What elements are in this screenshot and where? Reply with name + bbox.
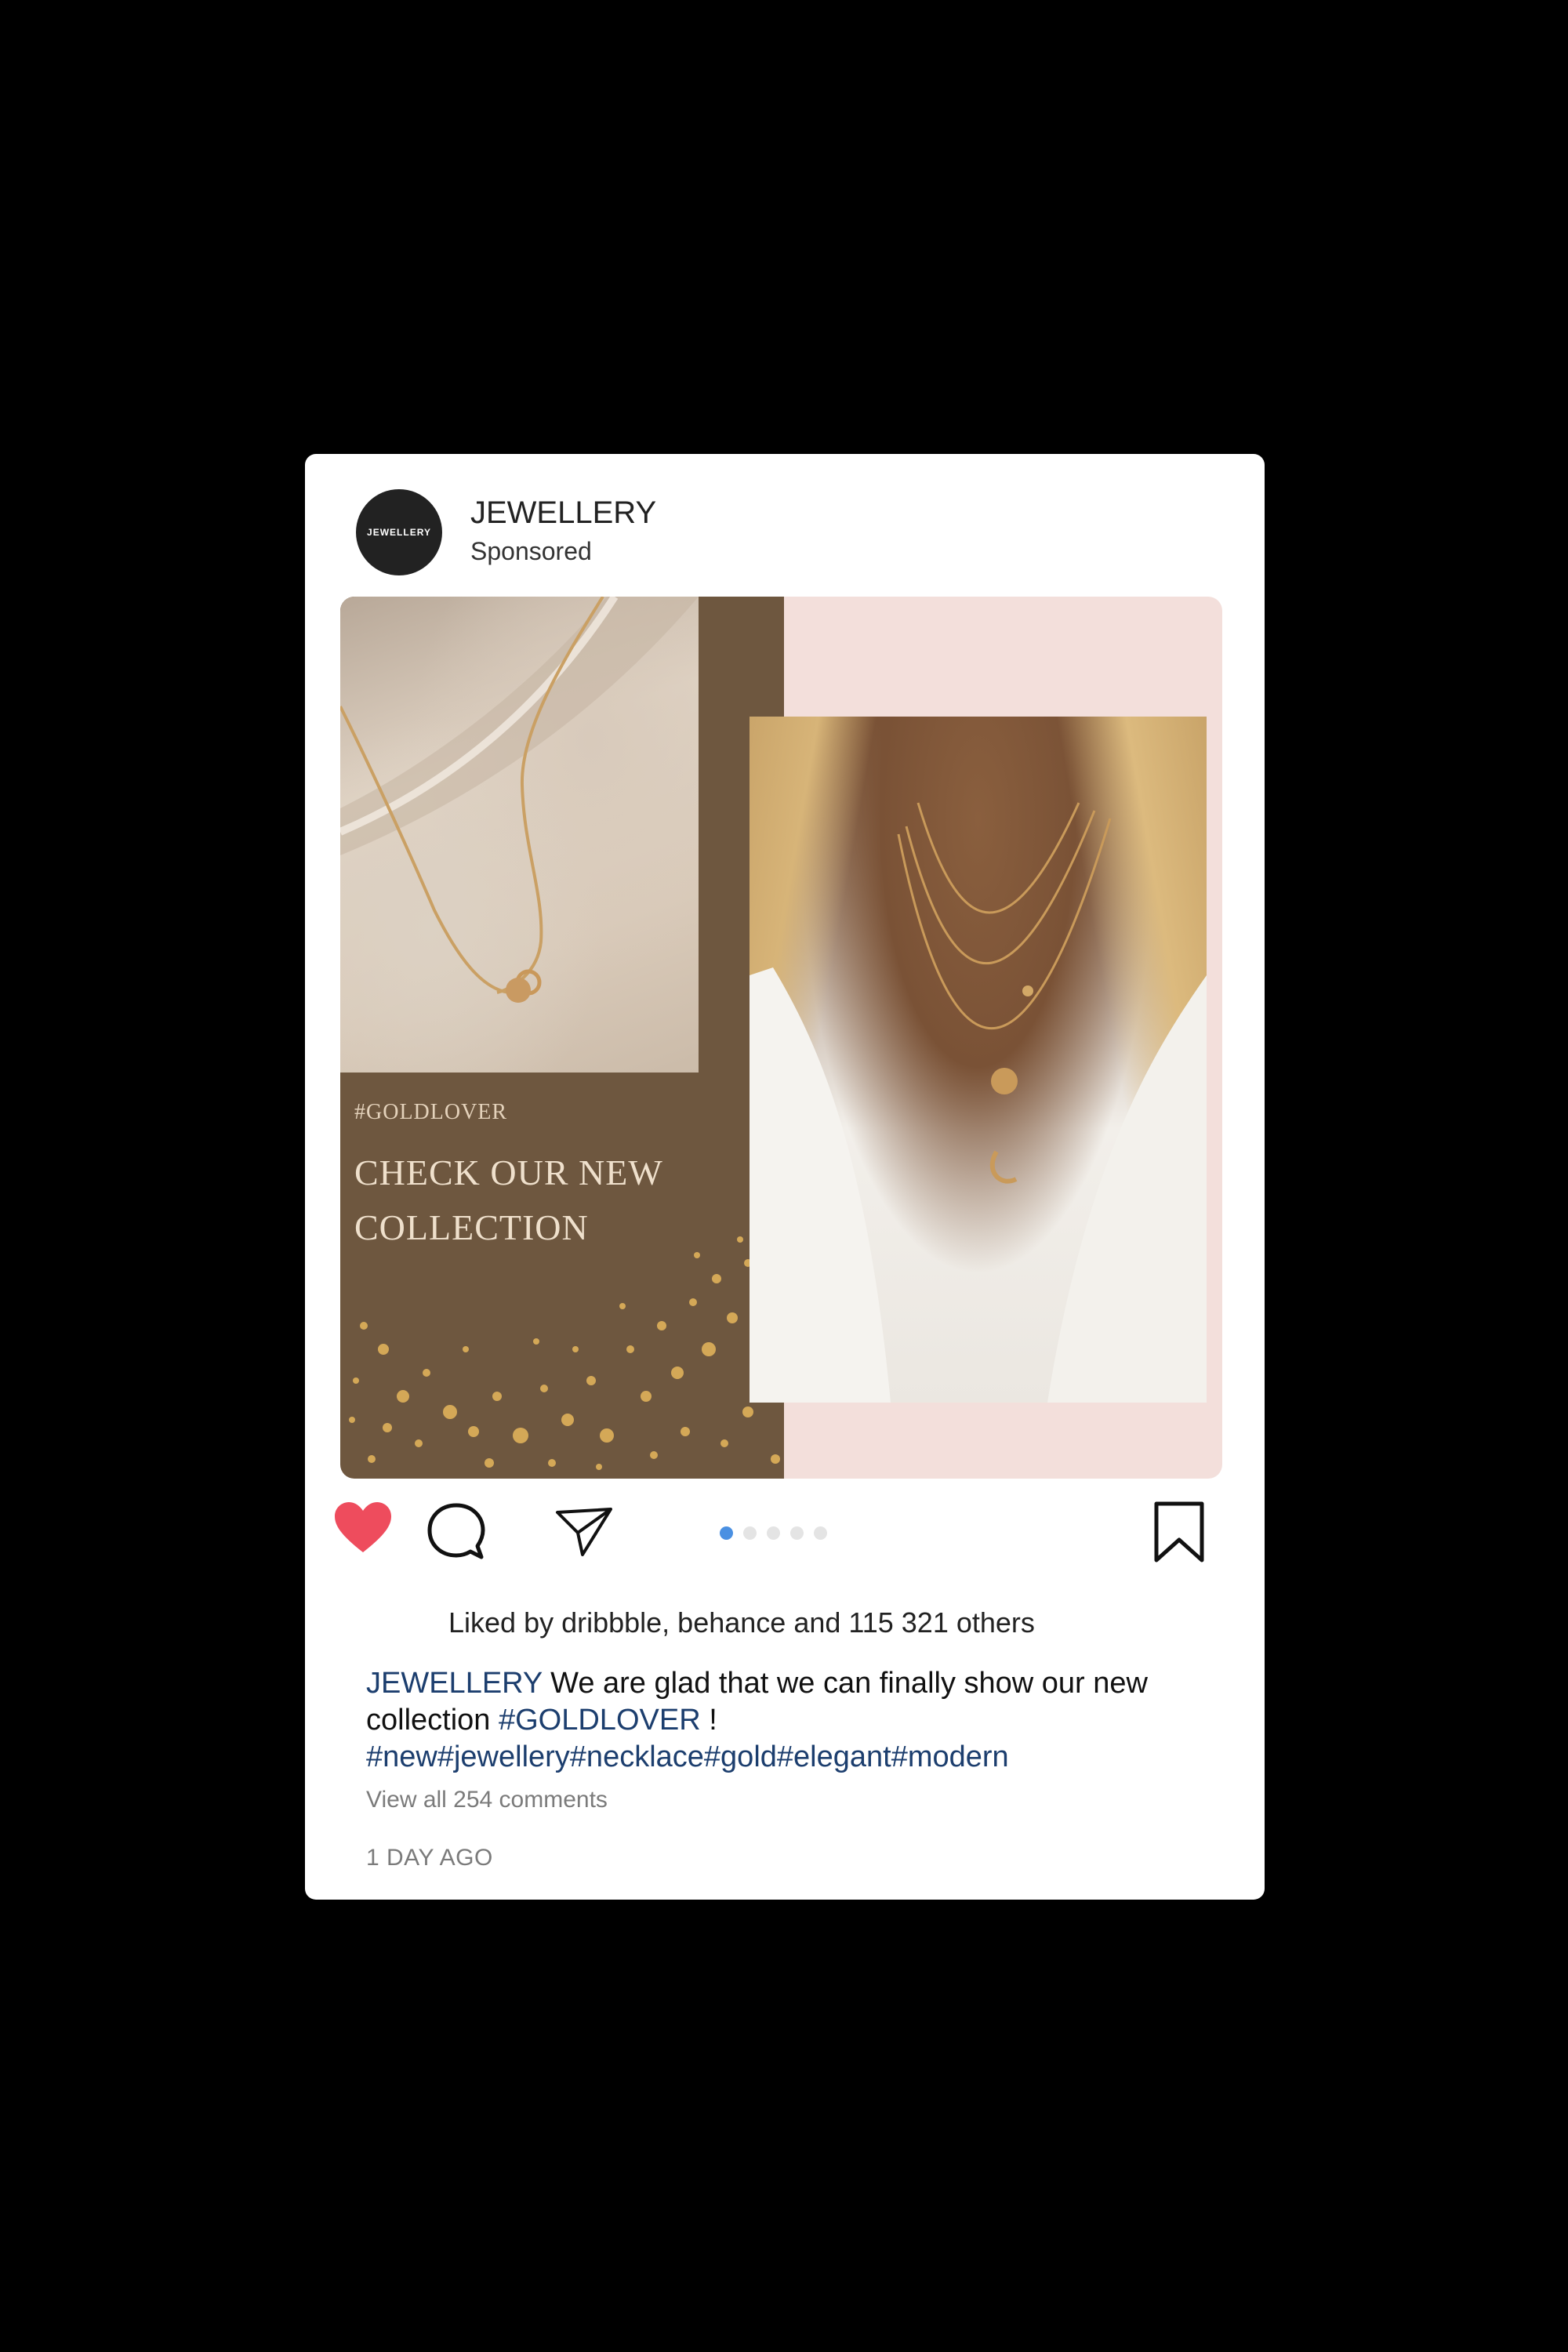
necklace-photo	[340, 597, 699, 1073]
carousel-dot[interactable]	[743, 1526, 757, 1540]
likes-summary[interactable]: Liked by dribbble, behance and 115 321 o…	[448, 1606, 1035, 1639]
caption-hashtag[interactable]: #GOLDLOVER	[499, 1704, 701, 1737]
bookmark-icon[interactable]	[1152, 1501, 1207, 1565]
model-photo-illustration	[750, 802, 1207, 1403]
gold-speckles	[349, 1236, 780, 1470]
avatar[interactable]: JEWELLERY	[356, 489, 442, 575]
timestamp: 1 DAY AGO	[366, 1845, 493, 1871]
send-icon[interactable]	[554, 1504, 614, 1559]
necklace-photo-illustration	[340, 597, 699, 1003]
carousel-dot[interactable]	[720, 1526, 733, 1540]
post-caption: JEWELLERY We are glad that we can finall…	[366, 1665, 1213, 1776]
post-media[interactable]: #GOLDLOVER CHECK OUR NEW COLLECTION	[340, 597, 1222, 1479]
sponsored-label: Sponsored	[470, 537, 592, 565]
caption-tags[interactable]: #new#jewellery#necklace#gold#elegant#mod…	[366, 1740, 1009, 1773]
carousel-dot[interactable]	[790, 1526, 804, 1540]
carousel-dot[interactable]	[814, 1526, 827, 1540]
carousel-dot[interactable]	[767, 1526, 780, 1540]
carousel-indicator	[720, 1526, 827, 1540]
account-name[interactable]: JEWELLERY	[470, 495, 656, 531]
post-card: JEWELLERY JEWELLERY Sponsored #GOLDLOVER…	[305, 454, 1265, 1900]
comment-icon[interactable]	[425, 1501, 488, 1563]
heart-icon[interactable]	[333, 1501, 393, 1555]
tagline: #GOLDLOVER	[354, 1100, 508, 1124]
caption-end: !	[700, 1704, 717, 1737]
caption-account[interactable]: JEWELLERY	[366, 1667, 543, 1700]
model-photo	[750, 717, 1207, 1403]
view-comments-link[interactable]: View all 254 comments	[366, 1787, 608, 1813]
